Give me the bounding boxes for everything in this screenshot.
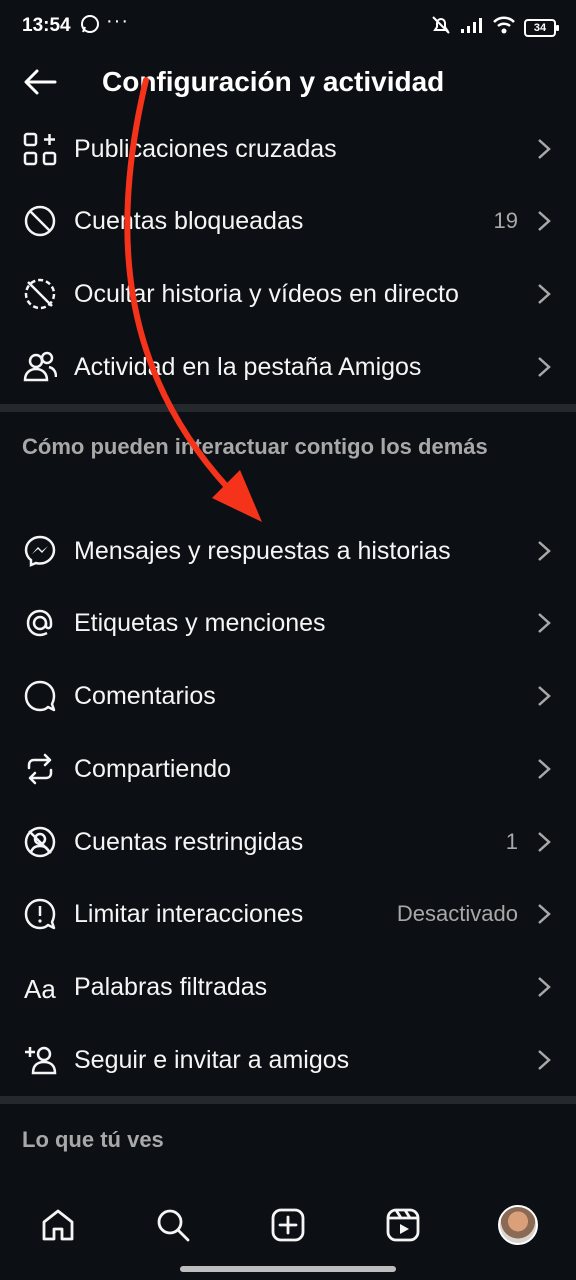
- row-label: Cuentas bloqueadas: [74, 206, 304, 235]
- status-time: 13:54: [22, 15, 71, 36]
- row-label: Comentarios: [74, 681, 216, 710]
- nav-reels[interactable]: [381, 1203, 425, 1247]
- blocked-icon: [22, 203, 58, 239]
- messenger-icon: [22, 533, 58, 569]
- row-label: Compartiendo: [74, 754, 232, 783]
- chevron-right-icon: [538, 759, 551, 779]
- text-aa-icon: Aa: [22, 969, 58, 1005]
- battery-icon: 34: [524, 18, 559, 37]
- section-title-view: Lo que tú ves: [22, 1127, 164, 1152]
- row-etiquetas-menciones[interactable]: Etiquetas y menciones: [0, 587, 576, 659]
- at-icon: [22, 605, 58, 641]
- row-label: Mensajes y respuestas a historias: [74, 536, 451, 565]
- back-button[interactable]: [18, 62, 62, 102]
- row-label: Publicaciones cruzadas: [74, 134, 337, 163]
- row-ocultar-historia[interactable]: Ocultar historia y vídeos en directo: [0, 258, 576, 330]
- chevron-right-icon: [538, 613, 551, 633]
- comment-icon: [22, 678, 58, 714]
- people-icon: [22, 349, 58, 385]
- row-palabras-filtradas[interactable]: Aa Palabras filtradas: [0, 951, 576, 1023]
- chevron-right-icon: [538, 284, 551, 304]
- create-icon: [271, 1208, 305, 1242]
- restricted-count: 1: [505, 829, 518, 854]
- section-divider: [0, 1096, 576, 1104]
- status-more-icon: ···: [106, 10, 129, 32]
- row-label: Seguir e invitar a amigos: [74, 1045, 350, 1074]
- row-compartiendo[interactable]: Compartiendo: [0, 733, 576, 805]
- row-label: Cuentas restringidas: [74, 827, 304, 856]
- row-label: Ocultar historia y vídeos en directo: [74, 279, 459, 308]
- blocked-count: 19: [493, 208, 518, 233]
- row-publicaciones-cruzadas[interactable]: Publicaciones cruzadas: [0, 113, 576, 185]
- search-icon: [157, 1209, 190, 1242]
- nav-create[interactable]: [266, 1203, 310, 1247]
- page-title: Configuración y actividad: [102, 66, 445, 97]
- chevron-right-icon: [538, 139, 551, 159]
- row-mensajes-respuestas[interactable]: Mensajes y respuestas a historias: [0, 515, 576, 587]
- limit-status: Desactivado: [396, 901, 518, 926]
- status-bar: 13:54 ··· 34: [0, 0, 576, 52]
- chevron-right-icon: [538, 686, 551, 706]
- chevron-right-icon: [538, 357, 551, 377]
- reels-icon: [386, 1208, 420, 1242]
- svg-text:Aa: Aa: [24, 974, 56, 1004]
- chevron-right-icon: [538, 904, 551, 924]
- limit-icon: [22, 896, 58, 932]
- row-limitar-interacciones[interactable]: Limitar interacciones Desactivado: [0, 878, 576, 950]
- chevron-right-icon: [538, 211, 551, 231]
- nav-search[interactable]: [151, 1203, 195, 1247]
- home-indicator: [180, 1266, 396, 1272]
- chevron-right-icon: [538, 541, 551, 561]
- top-bar: Configuración y actividad: [0, 52, 576, 112]
- home-icon: [42, 1209, 74, 1241]
- restricted-icon: [22, 824, 58, 860]
- add-person-icon: [22, 1042, 58, 1078]
- back-arrow-icon: [24, 69, 57, 95]
- whatsapp-icon: [80, 14, 100, 39]
- row-cuentas-restringidas[interactable]: Cuentas restringidas 1: [0, 806, 576, 878]
- share-repost-icon: [22, 751, 58, 787]
- chevron-right-icon: [538, 1050, 551, 1070]
- profile-avatar: [498, 1205, 538, 1245]
- row-actividad-amigos[interactable]: Actividad en la pestaña Amigos: [0, 331, 576, 403]
- row-comentarios[interactable]: Comentarios: [0, 660, 576, 732]
- row-cuentas-bloqueadas[interactable]: Cuentas bloqueadas 19: [0, 185, 576, 257]
- wifi-icon: [492, 15, 516, 40]
- mute-icon: [430, 14, 452, 41]
- grid-plus-icon: [22, 131, 58, 167]
- hide-story-icon: [22, 276, 58, 312]
- chevron-right-icon: [538, 832, 551, 852]
- row-label: Actividad en la pestaña Amigos: [74, 352, 422, 381]
- nav-profile[interactable]: [496, 1203, 540, 1247]
- row-label: Etiquetas y menciones: [74, 608, 326, 637]
- chevron-right-icon: [538, 977, 551, 997]
- section-divider: [0, 404, 576, 412]
- row-label: Palabras filtradas: [74, 972, 268, 1001]
- section-title-interact: Cómo pueden interactuar contigo los demá…: [22, 434, 488, 459]
- signal-icon: [460, 16, 484, 39]
- row-seguir-invitar[interactable]: Seguir e invitar a amigos: [0, 1024, 576, 1096]
- row-label: Limitar interacciones: [74, 899, 304, 928]
- nav-home[interactable]: [36, 1203, 80, 1247]
